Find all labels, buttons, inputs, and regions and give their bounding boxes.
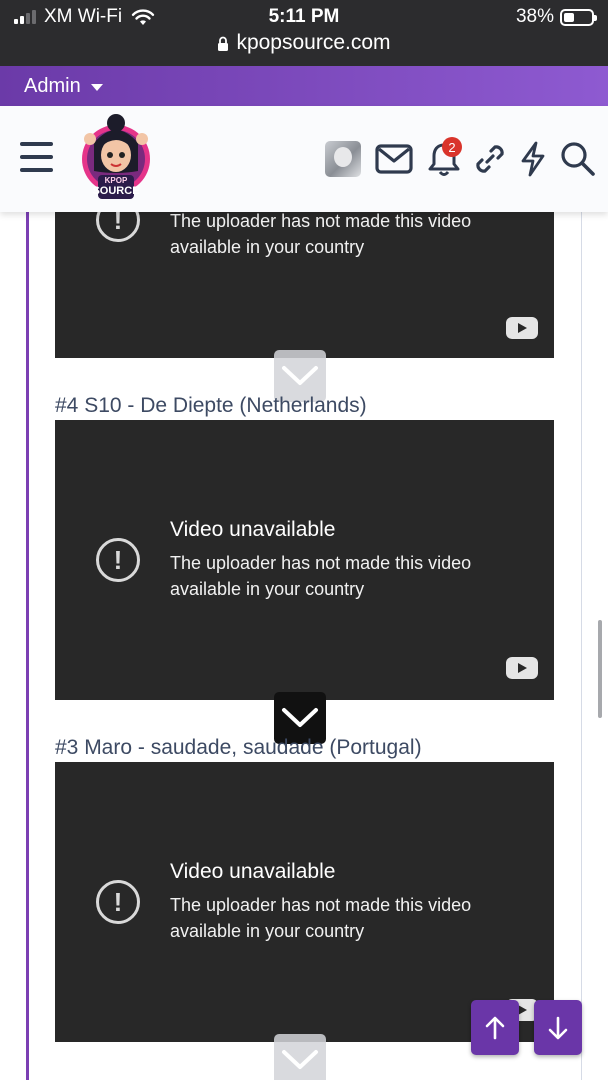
scroll-to-top-button[interactable] — [471, 1000, 519, 1055]
video-message: The uploader has not made this video ava… — [170, 211, 472, 257]
video-message: The uploader has not made this video ava… — [170, 553, 472, 599]
chevron-down-icon — [90, 83, 103, 91]
address-bar[interactable]: kpopsource.com — [0, 31, 608, 55]
youtube-icon[interactable] — [506, 657, 538, 679]
battery-icon — [560, 8, 597, 26]
site-logo[interactable]: KPOP SOURCE — [78, 109, 154, 205]
warning-icon: ! — [96, 538, 140, 582]
hamburger-menu-icon[interactable] — [20, 142, 53, 172]
arrow-down-icon — [548, 1016, 568, 1039]
entry-title: #4 S10 - De Diepte (Netherlands) — [55, 394, 367, 417]
video-title: Video unavailable — [170, 860, 336, 883]
lock-icon — [218, 36, 229, 51]
scroll-to-bottom-button[interactable] — [534, 1000, 582, 1055]
lightning-bolt-icon — [521, 141, 545, 177]
inbox-button[interactable] — [374, 140, 414, 178]
search-button[interactable] — [558, 140, 598, 178]
entry-title: #3 Maro - saudade, saudade (Portugal) — [55, 736, 422, 759]
video-title: Video unavailable — [170, 518, 336, 541]
search-icon — [561, 142, 595, 176]
whats-new-button[interactable] — [516, 140, 550, 178]
link-icon — [476, 145, 504, 173]
admin-bar[interactable]: Admin — [0, 66, 608, 106]
avatar — [325, 141, 361, 177]
expand-toggle-button[interactable] — [274, 1034, 326, 1080]
status-right: 38% — [515, 6, 597, 28]
page-scrollbar[interactable] — [598, 620, 602, 718]
links-button[interactable] — [470, 140, 510, 178]
user-avatar-button[interactable] — [324, 140, 362, 178]
chevron-down-icon — [282, 366, 318, 385]
video-message: The uploader has not made this video ava… — [170, 895, 472, 941]
post-accent-border — [26, 212, 29, 1080]
header-actions: 2 — [324, 137, 598, 178]
chevron-down-icon — [282, 1050, 318, 1069]
admin-menu-label: Admin — [24, 74, 81, 97]
chevron-down-icon — [282, 708, 318, 727]
video-embed-2[interactable]: Video unavailable ! The uploader has not… — [55, 420, 554, 700]
logo-text: KPOP SOURCE — [92, 176, 140, 197]
site-header: KPOP SOURCE 2 — [0, 106, 608, 212]
youtube-icon[interactable] — [506, 317, 538, 339]
arrow-up-icon — [485, 1016, 505, 1039]
url-text: kpopsource.com — [236, 31, 391, 54]
alerts-button[interactable]: 2 — [424, 137, 464, 178]
notification-badge: 2 — [442, 137, 462, 157]
envelope-icon — [375, 144, 413, 174]
warning-icon: ! — [96, 880, 140, 924]
battery-percent: 38% — [515, 6, 554, 27]
status-bar: XM Wi-Fi 5:11 PM 38% kpopsource.com — [0, 0, 608, 66]
